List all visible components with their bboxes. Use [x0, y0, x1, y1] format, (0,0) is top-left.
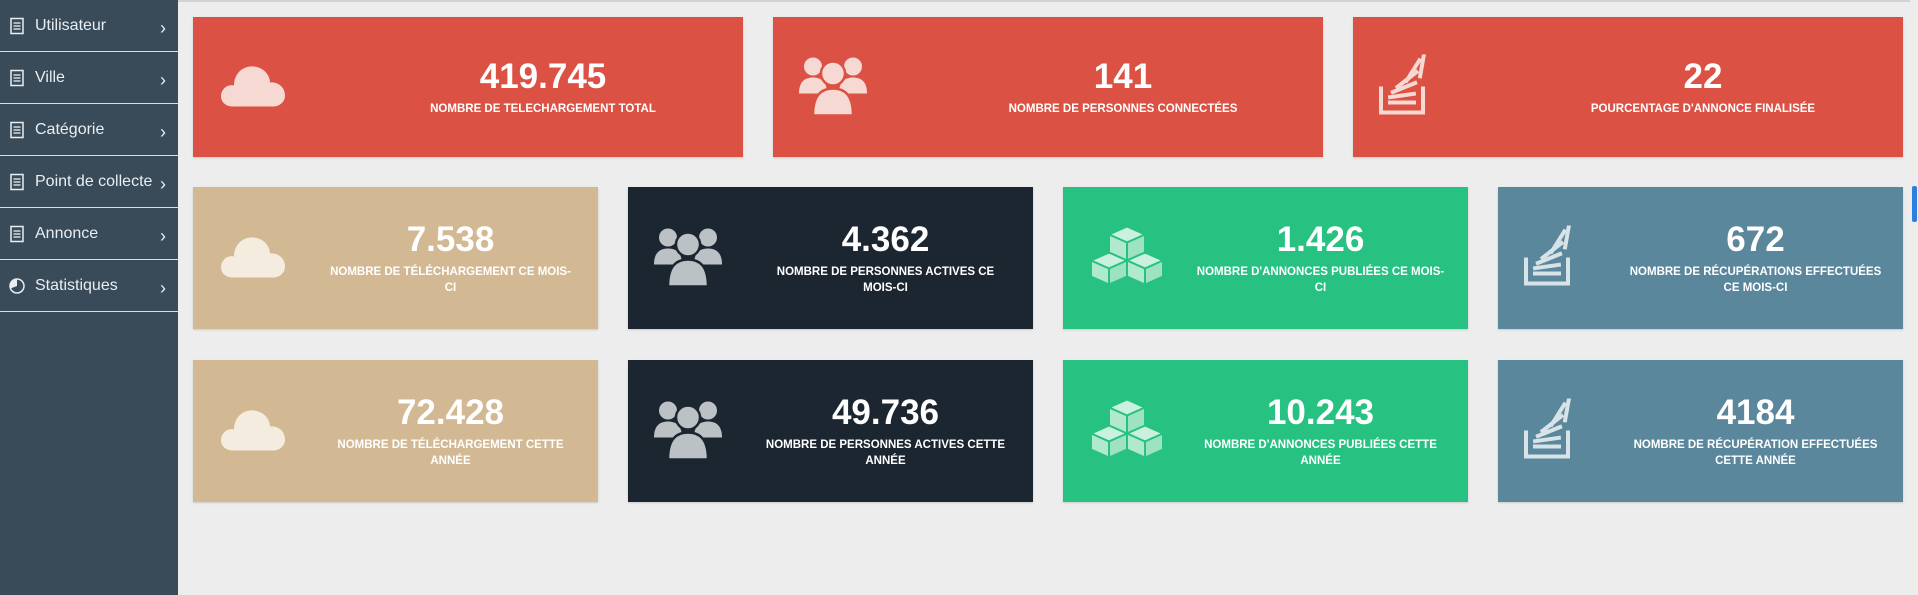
stat-label: NOMBRE D'ANNONCES PUBLIÉES CE MOIS- CI: [1197, 264, 1444, 296]
chevron-right-icon: ›: [160, 173, 166, 194]
document-icon: [8, 121, 26, 139]
chevron-right-icon: ›: [160, 225, 166, 246]
stat-label: NOMBRE DE RÉCUPÉRATIONS EFFECTUÉES CE MOI…: [1630, 264, 1882, 296]
stat-value: 10.243: [1266, 393, 1375, 432]
stat-label-line-2: ANNÉE: [865, 455, 906, 467]
stat-card-yearly-recoveries: 4184 NOMBRE DE RÉCUPÉRATION EFFECTUÉES CE…: [1498, 360, 1903, 502]
stat-label-line-1: NOMBRE DE TÉLÉCHARGEMENT CE MOIS-: [330, 266, 571, 278]
document-icon: [8, 69, 26, 87]
document-icon: [8, 225, 26, 243]
sidebar-item-categorie[interactable]: Catégorie ›: [0, 104, 178, 156]
cubes-icon: [1089, 225, 1165, 292]
stat-label-line-1: NOMBRE D'ANNONCES PUBLIÉES CETTE: [1204, 439, 1437, 451]
stat-card-yearly-active-users: 49.736 NOMBRE DE PERSONNES ACTIVES CETTE…: [628, 360, 1033, 502]
stat-label: NOMBRE DE RÉCUPÉRATION EFFECTUÉES CETTE A…: [1634, 437, 1878, 469]
chevron-right-icon: ›: [160, 121, 166, 142]
cloud-icon: [219, 232, 287, 285]
stat-card-monthly-published-ads: 1.426 NOMBRE D'ANNONCES PUBLIÉES CE MOIS…: [1063, 187, 1468, 329]
stat-label: NOMBRE DE TÉLÉCHARGEMENT CETTE ANNÉE: [337, 437, 563, 469]
sidebar-item-label: Catégorie: [35, 120, 105, 138]
sidebar-item-point-de-collecte[interactable]: Point de collecte ›: [0, 156, 178, 208]
stat-label-line-1: NOMBRE DE PERSONNES ACTIVES CETTE: [765, 439, 1006, 451]
stat-card-monthly-active-users: 4.362 NOMBRE DE PERSONNES ACTIVES CE MOIS…: [628, 187, 1033, 329]
top-divider: [178, 0, 1918, 2]
pie-chart-icon: [8, 277, 26, 295]
scrollbar-thumb[interactable]: [1912, 186, 1917, 222]
cloud-icon: [219, 61, 287, 114]
stat-label-line-1: NOMBRE DE PERSONNES ACTIVES CE: [776, 266, 995, 278]
sidebar-item-label: Annonce: [35, 224, 99, 242]
users-icon: [654, 225, 722, 292]
stat-label: NOMBRE DE PERSONNES CONNECTÉES: [1008, 103, 1238, 115]
stat-label: NOMBRE DE PERSONNES ACTIVES CE MOIS-CI: [777, 264, 994, 296]
sidebar-item-label: Point de collecte: [35, 172, 153, 190]
stat-label: NOMBRE DE TÉLÉCHARGEMENT CE MOIS- CI: [330, 264, 571, 296]
stat-card-monthly-downloads: 7.538 NOMBRE DE TÉLÉCHARGEMENT CE MOIS- C…: [193, 187, 598, 329]
stat-value: 4.362: [841, 220, 930, 259]
stat-value: 22: [1683, 57, 1723, 96]
stat-label-line-1: NOMBRE DE RÉCUPÉRATION EFFECTUÉES: [1633, 439, 1878, 451]
chevron-right-icon: ›: [160, 69, 166, 90]
stat-value: 7.538: [406, 220, 495, 259]
stat-label-line-1: NOMBRE DE RÉCUPÉRATIONS EFFECTUÉES: [1629, 266, 1882, 278]
chevron-right-icon: ›: [160, 277, 166, 298]
stat-card-total-downloads: 419.745 NOMBRE DE TELECHARGEMENT TOTAL: [193, 17, 743, 157]
stat-label-line-2: ANNÉE: [430, 455, 471, 467]
stat-label: NOMBRE D'ANNONCES PUBLIÉES CETTE ANNÉE: [1204, 437, 1437, 469]
users-icon: [799, 54, 867, 121]
stack-icon: [1379, 52, 1433, 120]
stat-label-line-2: CETTE ANNÉE: [1715, 455, 1796, 467]
stat-label-line-2: ANNÉE: [1300, 455, 1341, 467]
stat-label-line-2: CI: [444, 282, 457, 294]
stat-label: NOMBRE DE TELECHARGEMENT TOTAL: [430, 103, 656, 115]
chevron-right-icon: ›: [160, 17, 166, 38]
sidebar-item-annonce[interactable]: Annonce ›: [0, 208, 178, 260]
cubes-icon: [1089, 398, 1165, 465]
stack-icon: [1524, 223, 1578, 291]
sidebar-item-label: Ville: [35, 68, 65, 86]
stat-label-line-1: NOMBRE D'ANNONCES PUBLIÉES CE MOIS-: [1196, 266, 1445, 278]
stat-label: POURCENTAGE D'ANNONCE FINALISÉE: [1590, 103, 1816, 115]
stat-value: 72.428: [396, 393, 505, 432]
sidebar-item-utilisateur[interactable]: Utilisateur ›: [0, 0, 178, 52]
vertical-scrollbar[interactable]: [1910, 0, 1918, 595]
stat-value: 141: [1093, 57, 1153, 96]
document-icon: [8, 17, 26, 35]
stat-value: 1.426: [1276, 220, 1365, 259]
sidebar-item-statistiques[interactable]: Statistiques ›: [0, 260, 178, 312]
sidebar-item-label: Statistiques: [35, 276, 118, 294]
stat-label: NOMBRE DE PERSONNES ACTIVES CETTE ANNÉE: [766, 437, 1005, 469]
document-icon: [8, 173, 26, 191]
sidebar: Utilisateur › Ville › Catégorie › Point …: [0, 0, 178, 595]
stat-card-finalized-ads: 22 POURCENTAGE D'ANNONCE FINALISÉE: [1353, 17, 1903, 157]
stat-card-yearly-published-ads: 10.243 NOMBRE D'ANNONCES PUBLIÉES CETTE A…: [1063, 360, 1468, 502]
stat-value: 4184: [1716, 393, 1795, 432]
stat-label-line-2: CI: [1314, 282, 1327, 294]
stat-value: 49.736: [831, 393, 940, 432]
stat-card-monthly-recoveries: 672 NOMBRE DE RÉCUPÉRATIONS EFFECTUÉES CE…: [1498, 187, 1903, 329]
cloud-icon: [219, 405, 287, 458]
stat-label-line-2: CE MOIS-CI: [1723, 282, 1788, 294]
stat-label-line-1: NOMBRE DE TÉLÉCHARGEMENT CETTE: [337, 439, 564, 451]
users-icon: [654, 398, 722, 465]
stat-value: 672: [1726, 220, 1785, 259]
stack-icon: [1524, 396, 1578, 464]
stat-label-line-2: MOIS-CI: [863, 282, 908, 294]
stat-card-connected-users: 141 NOMBRE DE PERSONNES CONNECTÉES: [773, 17, 1323, 157]
stat-value: 419.745: [479, 57, 607, 96]
sidebar-item-ville[interactable]: Ville ›: [0, 52, 178, 104]
sidebar-item-label: Utilisateur: [35, 16, 107, 34]
stat-card-yearly-downloads: 72.428 NOMBRE DE TÉLÉCHARGEMENT CETTE ANN…: [193, 360, 598, 502]
